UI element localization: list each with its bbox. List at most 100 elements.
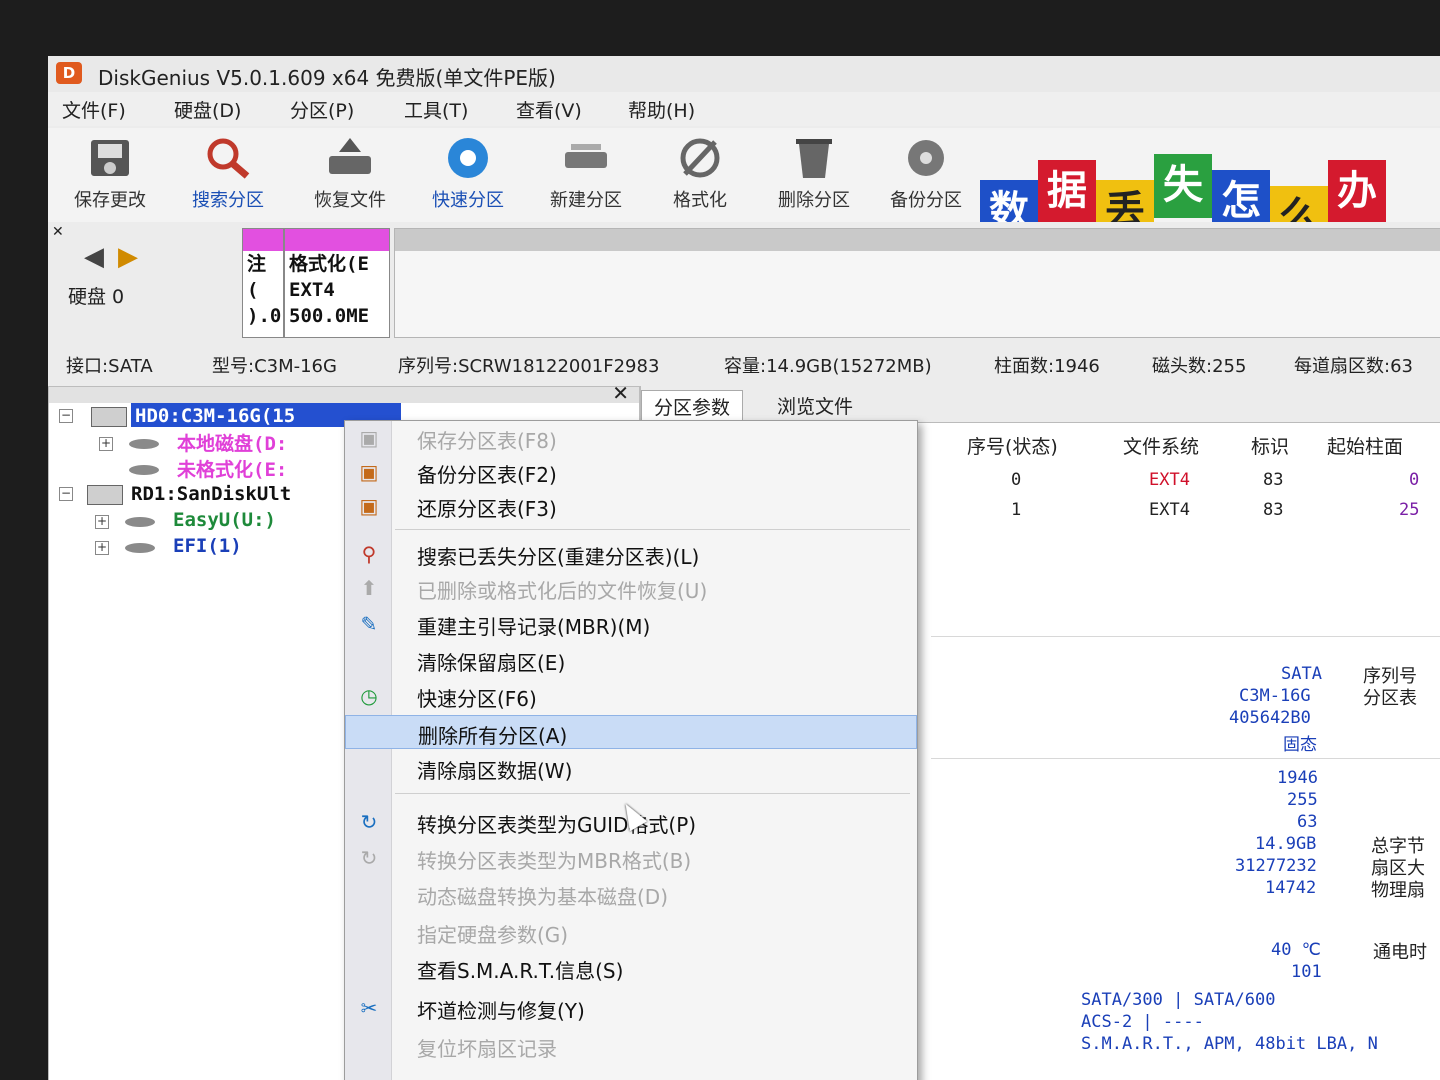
backup-partition-button[interactable]: 备份分区 (870, 134, 982, 220)
context-menu: ▣ 保存分区表(F8) ▣ 备份分区表(F2) ▣ 还原分区表(F3) ⚲ 搜索… (344, 420, 918, 1080)
detail-value: S.M.A.R.T., APM, 48bit LBA, N (1081, 1034, 1378, 1054)
menu-item-smart-info[interactable]: 查看S.M.A.R.T.信息(S) (345, 951, 917, 985)
tree-node-partition[interactable]: EasyU(U:) (173, 509, 276, 531)
detail-value: SATA/300 | SATA/600 (1081, 990, 1276, 1010)
column-header[interactable]: 标识 (1251, 432, 1289, 459)
tab-browse-files[interactable]: 浏览文件 (765, 390, 865, 424)
table-cell: 25 (1399, 500, 1420, 520)
collapse-icon[interactable]: − (59, 487, 73, 501)
menu-item-rebuild-mbr[interactable]: ✎ 重建主引导记录(MBR)(M) (345, 607, 917, 641)
detail-label: 物理扇 (1371, 880, 1425, 901)
column-header[interactable]: 序号(状态) (967, 432, 1058, 459)
menu-item-save-table[interactable]: ▣ 保存分区表(F8) (345, 421, 917, 455)
expand-icon[interactable]: + (95, 515, 109, 529)
detail-value: 固态 (1283, 735, 1317, 755)
serial-info: 序列号:SCRW18122001F2983 (398, 356, 660, 377)
menu-view[interactable]: 查看(V) (516, 96, 582, 123)
interface-info: 接口:SATA (66, 356, 153, 377)
detail-label: 通电时 (1373, 942, 1427, 963)
save-table-icon: ▣ (359, 426, 379, 450)
backup-table-icon: ▣ (359, 460, 379, 484)
window-title: DiskGenius V5.0.1.609 x64 免费版(单文件PE版) (98, 66, 556, 90)
menu-item-dynamic-to-basic[interactable]: 动态磁盘转换为基本磁盘(D) (345, 877, 917, 911)
banner-char: 失 (1154, 154, 1212, 218)
menu-item-clear-reserved[interactable]: 清除保留扇区(E) (345, 643, 917, 677)
column-header[interactable]: 起始柱面 (1327, 432, 1403, 459)
menu-item-clear-sectors[interactable]: 清除扇区数据(W) (345, 751, 917, 785)
quick-partition-button[interactable]: 快速分区 (412, 134, 524, 220)
partition-icon (129, 439, 159, 449)
heads-info: 磁头数:255 (1152, 356, 1247, 377)
menu-bar: 文件(F) 硬盘(D) 分区(P) 工具(T) 查看(V) 帮助(H) (48, 92, 1440, 126)
partition-icon (125, 543, 155, 553)
app-window: D DiskGenius V5.0.1.609 x64 免费版(单文件PE版) … (48, 56, 1440, 1080)
format-icon (680, 138, 720, 178)
disk-info-line: 接口:SATA 型号:C3M-16G 序列号:SCRW18122001F2983… (48, 346, 1440, 382)
menu-item-backup-table[interactable]: ▣ 备份分区表(F2) (345, 455, 917, 489)
search-partition-button[interactable]: 搜索分区 (172, 134, 284, 220)
convert-guid-icon: ↻ (360, 810, 378, 834)
cylinders-info: 柱面数:1946 (994, 356, 1100, 377)
detail-value: 63 (1297, 812, 1318, 832)
save-changes-button[interactable]: 保存更改 (54, 134, 166, 220)
tree-node-rd1[interactable]: RD1:SanDiskUlt (131, 483, 291, 505)
menu-help[interactable]: 帮助(H) (628, 96, 695, 123)
delete-partition-icon (796, 139, 832, 178)
tree-node-hd0[interactable]: HD0:C3M-16G(15 (135, 405, 295, 427)
menu-item-restore-table[interactable]: ▣ 还原分区表(F3) (345, 489, 917, 523)
partition-icon (125, 517, 155, 527)
temperature-value: 40 ℃ (1271, 940, 1321, 960)
magnifier-icon (207, 138, 250, 179)
disk-label: 硬盘 0 (68, 286, 125, 308)
delete-partition-button[interactable]: 删除分区 (758, 134, 870, 220)
detail-value: ACS-2 | ---- (1081, 1012, 1204, 1032)
sectors-info: 每道扇区数:63 (1294, 356, 1413, 377)
next-disk-icon[interactable]: ▶ (118, 242, 138, 272)
tree-node-partition[interactable]: 未格式化(E: (177, 455, 287, 482)
detail-value: 1946 (1277, 768, 1318, 788)
detail-value: 14742 (1265, 878, 1317, 898)
menu-item-file-recover[interactable]: ⬆ 已删除或格式化后的文件恢复(U) (345, 571, 917, 605)
menu-item-delete-all[interactable]: 删除所有分区(A) (345, 715, 917, 749)
close-icon[interactable]: ✕ (612, 381, 629, 405)
detail-value: 14.9GB (1255, 834, 1317, 854)
search-lost-icon: ⚲ (361, 542, 377, 566)
collapse-icon[interactable]: − (59, 409, 73, 423)
detail-value: SATA (1281, 664, 1322, 684)
expand-icon[interactable]: + (99, 437, 113, 451)
close-icon[interactable]: ✕ (52, 224, 64, 240)
menu-item-convert-mbr[interactable]: ↻ 转换分区表类型为MBR格式(B) (345, 841, 917, 875)
title-bar: D DiskGenius V5.0.1.609 x64 免费版(单文件PE版) (48, 56, 1440, 92)
recover-file-button[interactable]: 恢复文件 (294, 134, 406, 220)
free-space-block[interactable] (394, 228, 1440, 338)
partition-block[interactable]: 注 ( ).0 (242, 228, 284, 338)
disk-icon (91, 407, 127, 427)
menu-item-set-params[interactable]: 指定硬盘参数(G) (345, 915, 917, 949)
menu-disk[interactable]: 硬盘(D) (174, 96, 241, 123)
table-cell: 83 (1263, 470, 1284, 490)
detail-value: 101 (1291, 962, 1322, 982)
quick-partition-icon (448, 138, 488, 178)
column-header[interactable]: 文件系统 (1123, 432, 1199, 459)
menu-item-quick-partition[interactable]: ◷ 快速分区(F6) (345, 679, 917, 713)
menu-partition[interactable]: 分区(P) (290, 96, 354, 123)
save-disk-icon (91, 140, 129, 176)
disk-icon (87, 485, 123, 505)
prev-disk-icon[interactable]: ◀ (84, 242, 104, 272)
menu-item-reset-bad[interactable]: 复位坏扇区记录 (345, 1029, 917, 1063)
convert-mbr-icon: ↻ (360, 846, 378, 870)
expand-icon[interactable]: + (95, 541, 109, 555)
tree-node-partition[interactable]: EFI(1) (173, 535, 242, 557)
menu-item-search-lost[interactable]: ⚲ 搜索已丢失分区(重建分区表)(L) (345, 537, 917, 571)
new-partition-button[interactable]: 新建分区 (530, 134, 642, 220)
format-button[interactable]: 格式化 (644, 134, 756, 220)
detail-value: 405642B0 (1229, 708, 1311, 728)
capacity-info: 容量:14.9GB(15272MB) (724, 356, 932, 377)
banner-char: 办 (1328, 160, 1386, 224)
partition-icon (129, 465, 159, 475)
menu-tools[interactable]: 工具(T) (404, 96, 468, 123)
menu-file[interactable]: 文件(F) (62, 96, 126, 123)
menu-item-bad-sector[interactable]: ✂ 坏道检测与修复(Y) (345, 991, 917, 1025)
tree-node-partition[interactable]: 本地磁盘(D: (177, 429, 287, 456)
partition-block[interactable]: 格式化(E EXT4 500.0ME (284, 228, 390, 338)
